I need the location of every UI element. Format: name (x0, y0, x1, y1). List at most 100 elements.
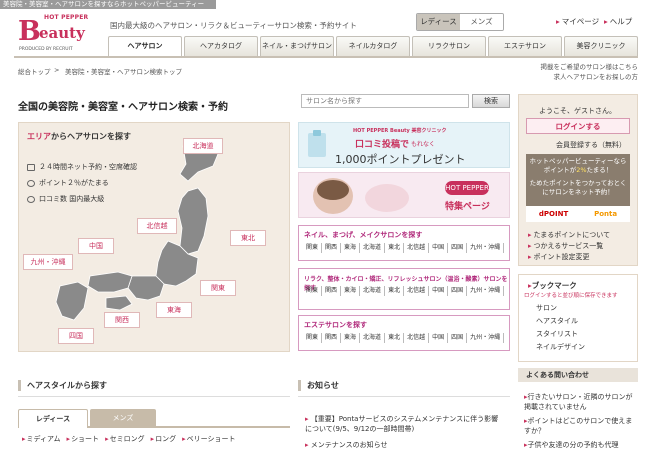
region-chugoku[interactable]: 中国 (78, 238, 114, 254)
region-tokai[interactable]: 東海 (156, 302, 192, 318)
gender-mens-button[interactable]: メンズ (460, 14, 503, 30)
faq-title: よくある問い合わせ (518, 368, 638, 382)
length-link[interactable]: ▸セミロング (105, 435, 145, 443)
register-link[interactable]: 会員登録する（無料） (556, 140, 626, 150)
category-esthe-box: エステサロンを探す 関東 関西 東海 北海道 東北 北信越 中国 四国 九州・沖縄 (298, 315, 510, 351)
area-link[interactable]: 関東 (303, 333, 323, 343)
area-link[interactable]: 東北 (385, 243, 405, 253)
length-link[interactable]: ▸ミディアム (22, 435, 61, 443)
clinic-review-banner[interactable]: HOT PEPPER Beauty 美容クリニック 口コミ投稿で もれなく 1,… (298, 122, 510, 168)
nav-tab-nail-catalog[interactable]: ネイルカタログ (336, 36, 410, 56)
area-link[interactable]: 中国 (429, 243, 449, 253)
length-link[interactable]: ▸ベリーショート (182, 435, 235, 443)
point-info-link[interactable]: ▸ たまるポイントについて (528, 230, 610, 240)
bookmark-salon[interactable]: サロン (536, 303, 557, 313)
link-label: ポイント設定変更 (533, 253, 590, 261)
area-link[interactable]: 四国 (448, 243, 468, 253)
point-services-link[interactable]: ▸ つかえるサービス一覧 (528, 241, 603, 251)
area-link[interactable]: 北海道 (360, 243, 386, 253)
feature-page-banner[interactable]: HOT PEPPER Beauty 特集ページ (298, 172, 510, 218)
job-search-link[interactable]: 求人ヘアサロンをお探しの方 (518, 72, 639, 82)
area-link[interactable]: 関東 (303, 243, 323, 253)
point-banner[interactable]: ホットペッパービューティーなら ポイントが2%たまる！ ためたポイントをつかって… (526, 154, 630, 206)
news-item[interactable]: ▸ 【重要】Pontaサービスのシステムメンテナンスに伴う影響について(9/5、… (305, 414, 505, 434)
faq-item-text: 子供や友達の分の予約も代理 (527, 441, 619, 449)
gender-toggle: レディース メンズ (416, 13, 504, 31)
monitor-icon (27, 163, 35, 171)
nav-tab-relax[interactable]: リラクサロン (412, 36, 486, 56)
area-link[interactable]: 東海 (341, 243, 361, 253)
area-link[interactable]: 北信越 (404, 243, 430, 253)
news-item[interactable]: ▸ メンテナンスのお知らせ (305, 440, 505, 450)
region-hokkaido[interactable]: 北海道 (183, 138, 223, 154)
link-label: つかえるサービス一覧 (533, 242, 604, 250)
help-label: ヘルプ (609, 17, 633, 26)
length-link[interactable]: ▸ショート (67, 435, 100, 443)
area-link[interactable]: 九州・沖縄 (467, 333, 505, 343)
top-strip: 美容院・美容室・ヘアサロンを探すならホットペッパービューティー (0, 0, 216, 9)
search-button[interactable]: 検索 (472, 94, 510, 108)
area-link[interactable]: 東海 (341, 286, 361, 296)
area-link[interactable]: 四国 (448, 286, 468, 296)
region-hokushinetsu[interactable]: 北信越 (137, 218, 177, 234)
nav-tab-clinic[interactable]: 美容クリニック (564, 36, 638, 56)
faq-item[interactable]: ▸ポイントはどこのサロンで使えますか？ (524, 416, 636, 436)
help-link[interactable]: ▸ ヘルプ (604, 16, 632, 27)
bookmark-hairstyle[interactable]: ヘアスタイル (536, 316, 578, 326)
tab-ladies[interactable]: レディース (18, 409, 88, 428)
bookmark-stylist[interactable]: スタイリスト (536, 329, 578, 339)
region-shikoku[interactable]: 四国 (58, 328, 94, 344)
news-item-text: メンテナンスのお知らせ (310, 441, 388, 449)
length-link[interactable]: ▸ロング (151, 435, 177, 443)
area-link[interactable]: 九州・沖縄 (467, 286, 505, 296)
area-link[interactable]: 中国 (429, 286, 449, 296)
bookmark-nail-design[interactable]: ネイルデザイン (536, 342, 585, 352)
faq-item[interactable]: ▸行きたいサロン・近隣のサロンが掲載されていません (524, 392, 636, 412)
site-logo[interactable]: HOT PEPPER B eauty PRODUCED BY RECRUIT (14, 12, 98, 54)
page-title: 全国の美容院・美容室・ヘアサロン検索・予約 (18, 102, 228, 113)
area-link[interactable]: 東北 (385, 333, 405, 343)
caret-icon: ▸ (182, 435, 186, 443)
dpoint-logo: dPOINT (538, 210, 569, 218)
region-kansai[interactable]: 関西 (104, 312, 140, 328)
region-kyushu-okinawa[interactable]: 九州・沖縄 (23, 254, 73, 270)
area-link[interactable]: 北海道 (360, 286, 386, 296)
point-settings-link[interactable]: ▸ ポイント設定変更 (528, 252, 590, 262)
clipboard-icon (308, 130, 326, 157)
salon-search-input[interactable] (301, 94, 469, 108)
area-link[interactable]: 九州・沖縄 (467, 243, 505, 253)
point-banner-line3: ためたポイントをつかっておとく (529, 179, 627, 187)
area-link[interactable]: 東海 (341, 333, 361, 343)
area-link[interactable]: 中国 (429, 333, 449, 343)
hairstyle-length-links: ▸ミディアム ▸ショート ▸セミロング ▸ロング ▸ベリーショート (22, 434, 241, 444)
mypage-link[interactable]: ▸ マイページ (556, 16, 599, 27)
breadcrumb-home[interactable]: 総合トップ (18, 66, 51, 76)
category-esthe-title[interactable]: エステサロンを探す (299, 316, 509, 331)
category-esthe-links: 関東 関西 東海 北海道 東北 北信越 中国 四国 九州・沖縄 (299, 331, 509, 343)
category-nail-title[interactable]: ネイル、まつげ、メイクサロンを探す (299, 226, 509, 241)
area-link[interactable]: 北海道 (360, 333, 386, 343)
news-item-text: 【重要】Pontaサービスのシステムメンテナンスに伴う影響について(9/5、9/… (305, 415, 499, 433)
gender-ladies-button[interactable]: レディース (417, 14, 460, 30)
area-link[interactable]: 関西 (322, 333, 342, 343)
area-link[interactable]: 関西 (322, 286, 342, 296)
nav-tab-esthetic[interactable]: エステサロン (488, 36, 562, 56)
area-link[interactable]: 関東 (303, 286, 323, 296)
area-link[interactable]: 北信越 (404, 286, 430, 296)
region-tohoku[interactable]: 東北 (230, 230, 266, 246)
faq-item[interactable]: ▸子供や友達の分の予約も代理 (524, 440, 636, 450)
region-kanto[interactable]: 関東 (200, 280, 236, 296)
nav-tab-nail-eyelash[interactable]: ネイル・まつげサロン (260, 36, 334, 56)
area-link[interactable]: 東北 (385, 286, 405, 296)
nav-tab-hair-catalog[interactable]: ヘアカタログ (184, 36, 258, 56)
area-link[interactable]: 四国 (448, 333, 468, 343)
nav-tab-hair-salon[interactable]: ヘアサロン (108, 36, 182, 56)
area-link[interactable]: 北信越 (404, 333, 430, 343)
caret-icon: ▸ (604, 17, 608, 26)
welcome-text: ようこそ、ゲストさん。 (539, 107, 616, 115)
tab-mens[interactable]: メンズ (90, 409, 156, 428)
login-button[interactable]: ログインする (526, 118, 630, 134)
area-link[interactable]: 関西 (322, 243, 342, 253)
listing-request-link[interactable]: 掲載をご希望のサロン様はこちら (518, 62, 639, 72)
category-relax-title[interactable]: リラク、整体・カイロ・矯正、リフレッシュサロン（温浴・酸素）サロンを探す (299, 269, 509, 292)
